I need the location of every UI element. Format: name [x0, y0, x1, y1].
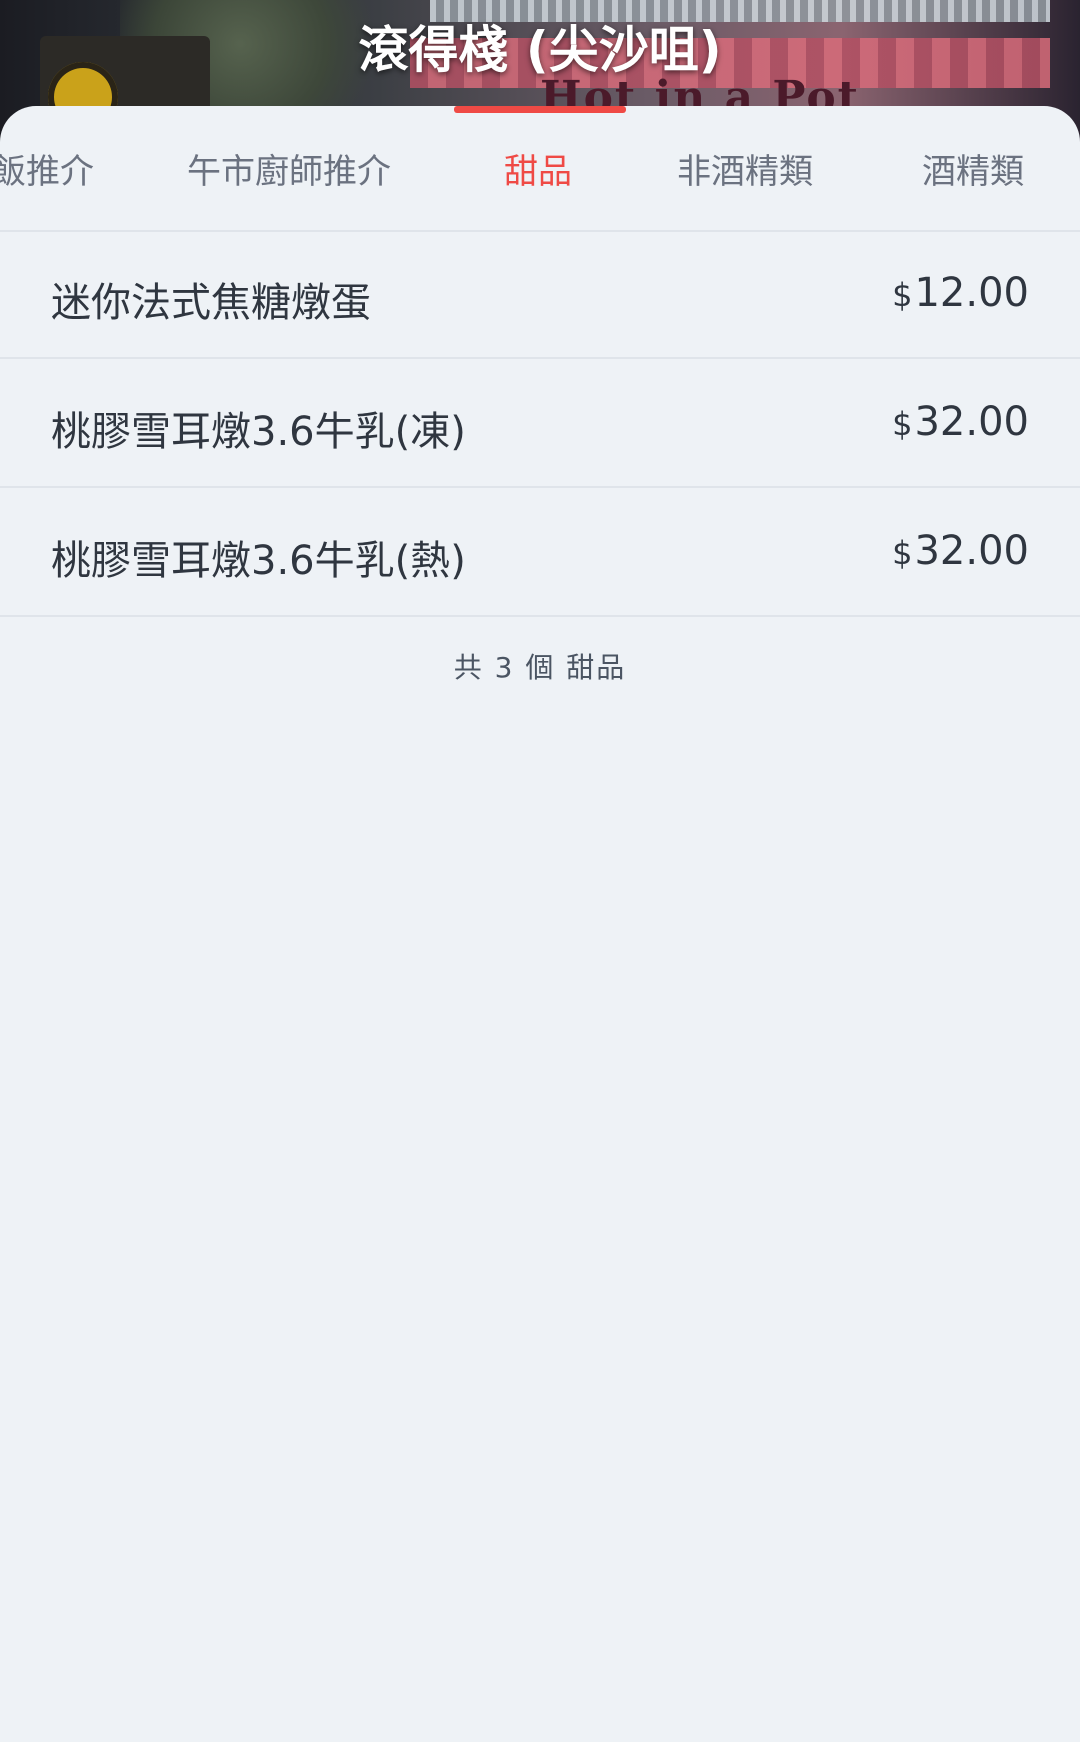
menu-item-name: 桃膠雪耳燉3.6牛乳(凍) [51, 409, 466, 455]
price-value: 32.00 [914, 399, 1029, 445]
item-count-summary: 共 3 個 甜品 [453, 651, 627, 684]
menu-item-price: $32.00 [892, 399, 1029, 445]
menu-item[interactable]: 桃膠雪耳燉3.6牛乳(熱) $32.00 [0, 488, 1080, 617]
tab-lunch-chef-recommend[interactable]: 午市廚師推介 [187, 144, 391, 193]
menu-item-name: 迷你法式焦糖燉蛋 [51, 280, 371, 326]
currency-symbol: $ [892, 534, 913, 572]
menu-sheet: 飯推介 午市廚師推介 甜品 非酒精類 酒精類 迷你法式焦糖燉蛋 $12.00 桃… [0, 106, 1080, 1742]
menu-item-list: 迷你法式焦糖燉蛋 $12.00 桃膠雪耳燉3.6牛乳(凍) $32.00 桃膠雪… [0, 230, 1080, 617]
menu-item-price: $32.00 [892, 528, 1029, 574]
tab-dessert[interactable]: 甜品 [504, 144, 572, 193]
active-tab-indicator [454, 106, 626, 113]
price-value: 32.00 [914, 528, 1029, 574]
page-title: 滾得棧 (尖沙咀) [358, 21, 722, 79]
tab-rice-recommend[interactable]: 飯推介 [0, 144, 94, 193]
currency-symbol: $ [892, 276, 913, 314]
currency-symbol: $ [892, 405, 913, 443]
price-value: 12.00 [914, 270, 1029, 316]
menu-item[interactable]: 桃膠雪耳燉3.6牛乳(凍) $32.00 [0, 359, 1080, 488]
category-tabs: 飯推介 午市廚師推介 甜品 非酒精類 酒精類 [0, 106, 1080, 232]
tab-non-alcoholic[interactable]: 非酒精類 [677, 144, 813, 193]
tab-alcoholic[interactable]: 酒精類 [922, 144, 1024, 193]
menu-item[interactable]: 迷你法式焦糖燉蛋 $12.00 [0, 230, 1080, 359]
menu-item-price: $12.00 [892, 270, 1029, 316]
menu-item-name: 桃膠雪耳燉3.6牛乳(熱) [51, 538, 466, 584]
